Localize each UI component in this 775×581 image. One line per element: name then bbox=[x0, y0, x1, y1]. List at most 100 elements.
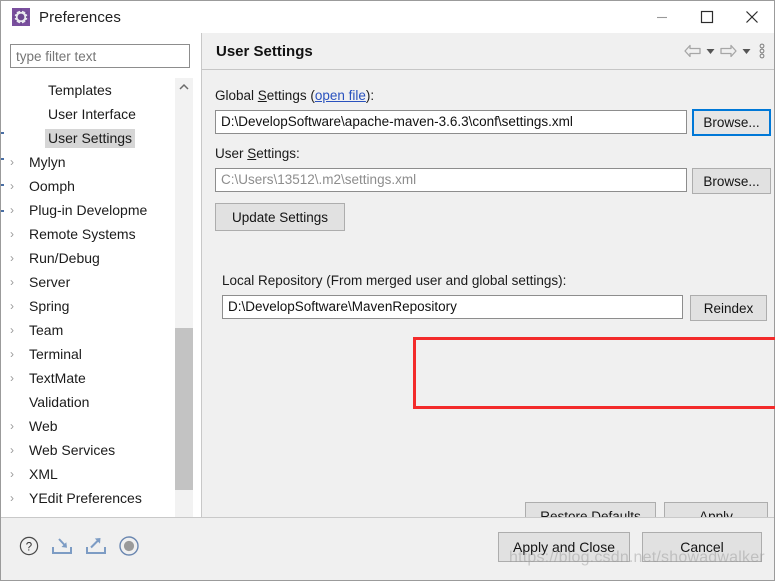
page-header: User Settings bbox=[202, 33, 774, 70]
expand-chevron-icon[interactable]: › bbox=[10, 492, 26, 504]
forward-dropdown-icon[interactable] bbox=[742, 48, 751, 55]
expand-chevron-icon[interactable]: › bbox=[10, 324, 26, 336]
tree-item-web[interactable]: › Web bbox=[4, 414, 172, 438]
expand-chevron-icon[interactable]: › bbox=[10, 180, 26, 192]
expand-chevron-icon[interactable]: › bbox=[10, 276, 26, 288]
tree-item-label: User Settings bbox=[45, 128, 136, 148]
global-settings-label: Global Settings (open file): bbox=[215, 88, 374, 103]
tree-item-label: TextMate bbox=[29, 369, 86, 386]
settings-page-pane: User Settings Global Settings (open file… bbox=[201, 33, 775, 550]
filter-input[interactable] bbox=[10, 44, 190, 68]
tree-item-oomph[interactable]: › Oomph bbox=[4, 174, 172, 198]
window-controls bbox=[639, 1, 774, 33]
user-settings-browse-button[interactable]: Browse... bbox=[692, 168, 771, 194]
import-icon[interactable] bbox=[50, 535, 74, 560]
tree-item-label: Web bbox=[29, 417, 58, 434]
tree-item-web-services[interactable]: › Web Services bbox=[4, 438, 172, 462]
tree-item-label: Templates bbox=[48, 81, 112, 98]
tree-item-label: Plug-in Developme bbox=[29, 201, 148, 218]
maximize-button[interactable] bbox=[684, 1, 729, 33]
local-repository-input[interactable]: D:\DevelopSoftware\MavenRepository bbox=[222, 295, 683, 319]
open-file-link[interactable]: open file bbox=[315, 88, 366, 103]
tree-item-label: Web Services bbox=[29, 441, 116, 458]
page-toolbar bbox=[684, 33, 765, 69]
tree-item-remote-systems[interactable]: › Remote Systems bbox=[4, 222, 172, 246]
tree-item-textmate[interactable]: › TextMate bbox=[4, 366, 172, 390]
view-menu-icon[interactable] bbox=[759, 43, 765, 59]
local-repository-label: Local Repository (From merged user and g… bbox=[222, 273, 567, 288]
tree-item-plug-in-developme[interactable]: › Plug-in Developme bbox=[4, 198, 172, 222]
tree-item-label: Validation bbox=[29, 393, 90, 410]
apply-and-close-button[interactable]: Apply and Close bbox=[498, 532, 630, 562]
expand-chevron-icon[interactable]: › bbox=[10, 372, 26, 384]
expand-chevron-icon[interactable]: › bbox=[10, 348, 26, 360]
preferences-gear-icon bbox=[12, 8, 30, 26]
user-label-suffix: ettings: bbox=[256, 146, 300, 161]
record-icon[interactable] bbox=[118, 535, 140, 560]
tree-item-user-settings[interactable]: User Settings bbox=[4, 126, 172, 150]
window-title: Preferences bbox=[39, 8, 121, 26]
tree-item-validation[interactable]: Validation bbox=[4, 390, 172, 414]
update-settings-button[interactable]: Update Settings bbox=[215, 203, 345, 231]
global-settings-browse-button[interactable]: Browse... bbox=[692, 109, 771, 136]
footer-button-bar: Apply and Close Cancel bbox=[498, 532, 762, 562]
tree-vertical-scrollbar[interactable] bbox=[175, 78, 193, 530]
expand-chevron-icon[interactable]: › bbox=[10, 252, 26, 264]
expand-chevron-icon[interactable]: › bbox=[10, 204, 26, 216]
expand-chevron-icon[interactable]: › bbox=[10, 228, 26, 240]
global-label-end: ): bbox=[365, 88, 375, 103]
forward-arrow-icon[interactable] bbox=[720, 44, 737, 58]
tree-item-spring[interactable]: › Spring bbox=[4, 294, 172, 318]
expand-chevron-icon[interactable]: › bbox=[10, 156, 26, 168]
export-icon[interactable] bbox=[84, 535, 108, 560]
reindex-button[interactable]: Reindex bbox=[690, 295, 767, 321]
tree-item-terminal[interactable]: › Terminal bbox=[4, 342, 172, 366]
tree-item-label: Terminal bbox=[29, 345, 82, 362]
close-button[interactable] bbox=[729, 1, 774, 33]
scroll-up-icon[interactable] bbox=[175, 78, 193, 96]
preferences-tree[interactable]: Templates User Interface User Settings › Myl… bbox=[4, 78, 172, 518]
expand-chevron-icon[interactable]: › bbox=[10, 444, 26, 456]
back-arrow-icon[interactable] bbox=[684, 44, 701, 58]
minimize-button[interactable] bbox=[639, 1, 684, 33]
title-bar: Preferences bbox=[1, 1, 774, 33]
tree-item-label: Run/Debug bbox=[29, 249, 100, 266]
local-repository-highlight bbox=[413, 337, 775, 409]
dialog-content: TemplatesUser InterfaceUser Settings›Myl… bbox=[1, 33, 775, 550]
page-title: User Settings bbox=[216, 42, 313, 60]
footer-icon-bar: ? bbox=[18, 535, 140, 560]
svg-text:?: ? bbox=[26, 541, 32, 553]
global-settings-input[interactable]: D:\DevelopSoftware\apache-maven-3.6.3\co… bbox=[215, 110, 687, 134]
page-body: Global Settings (open file): D:\DevelopS… bbox=[202, 70, 775, 550]
tree-item-yedit-preferences[interactable]: › YEdit Preferences bbox=[4, 486, 172, 510]
window-edge-marks bbox=[1, 128, 4, 248]
tree-scroll-thumb[interactable] bbox=[175, 328, 193, 490]
tree-item-run-debug[interactable]: › Run/Debug bbox=[4, 246, 172, 270]
expand-chevron-icon[interactable]: › bbox=[10, 420, 26, 432]
tree-item-xml[interactable]: › XML bbox=[4, 462, 172, 486]
tree-item-mylyn[interactable]: › Mylyn bbox=[4, 150, 172, 174]
tree-item-user-interface[interactable]: User Interface bbox=[4, 102, 172, 126]
back-dropdown-icon[interactable] bbox=[706, 48, 715, 55]
tree-item-label: Server bbox=[29, 273, 71, 290]
tree-item-templates[interactable]: Templates bbox=[4, 78, 172, 102]
dialog-footer: ? Apply and Close Cancel bbox=[1, 517, 774, 580]
tree-item-label: Spring bbox=[29, 297, 70, 314]
user-settings-label: User Settings: bbox=[215, 146, 300, 161]
expand-chevron-icon[interactable]: › bbox=[10, 468, 26, 480]
global-label-prefix: Global bbox=[215, 88, 258, 103]
tree-item-server[interactable]: › Server bbox=[4, 270, 172, 294]
tree-item-label: User Interface bbox=[48, 105, 136, 122]
tree-item-label: Mylyn bbox=[29, 153, 66, 170]
help-icon[interactable]: ? bbox=[18, 535, 40, 560]
user-label-mnemonic: S bbox=[247, 146, 257, 161]
preferences-dialog: Preferences T bbox=[0, 0, 775, 581]
tree-item-label: YEdit Preferences bbox=[29, 489, 142, 506]
user-settings-input[interactable]: C:\Users\13512\.m2\settings.xml bbox=[215, 168, 687, 192]
cancel-button[interactable]: Cancel bbox=[642, 532, 762, 562]
tree-item-team[interactable]: › Team bbox=[4, 318, 172, 342]
expand-chevron-icon[interactable]: › bbox=[10, 300, 26, 312]
tree-item-label: Oomph bbox=[29, 177, 75, 194]
user-label-prefix: User bbox=[215, 146, 248, 161]
tree-item-label: Remote Systems bbox=[29, 225, 136, 242]
